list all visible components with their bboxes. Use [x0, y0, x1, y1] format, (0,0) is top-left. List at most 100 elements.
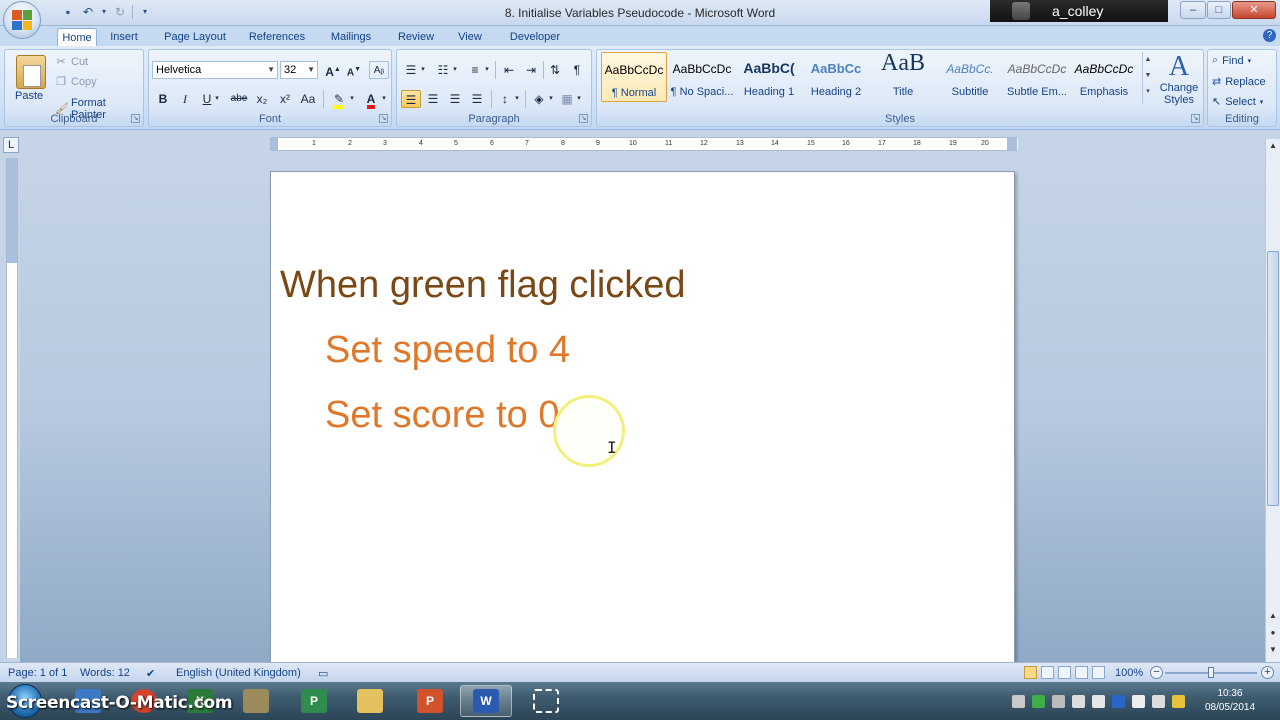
office-button[interactable] [3, 1, 41, 39]
doc-line[interactable]: Set speed to 4 [325, 329, 570, 372]
decrease-indent-button[interactable]: ⇤ [499, 61, 519, 79]
zoom-out-icon[interactable]: − [1150, 666, 1163, 679]
tray-app-icon[interactable] [1032, 695, 1045, 708]
customize-qat-icon[interactable]: ▾ [137, 4, 153, 20]
style-normal[interactable]: AaBbCcDc ¶ Normal [601, 52, 667, 102]
tab-page-layout[interactable]: Page Layout [158, 28, 232, 46]
shading-dropdown-icon[interactable]: ▾ [547, 90, 555, 108]
taskbar-word[interactable]: W [460, 685, 512, 717]
restore-button[interactable]: □ [1207, 1, 1231, 19]
style-subtle-emphasis[interactable]: AaBbCcDc Subtle Em... [1004, 52, 1070, 102]
zoom-in-icon[interactable]: + [1261, 666, 1274, 679]
line-spacing-button[interactable]: ↕ [495, 90, 515, 108]
scroll-down-icon[interactable]: ▼ [1143, 68, 1153, 84]
print-layout-view-icon[interactable] [1024, 666, 1037, 679]
scrollbar-thumb[interactable] [1267, 251, 1279, 506]
vertical-scrollbar[interactable]: ▲ ▲ ● ▼ [1265, 139, 1280, 663]
tab-view[interactable]: View [452, 28, 488, 46]
doc-line[interactable]: Set score to 0 [325, 394, 559, 437]
subscript-button[interactable]: x₂ [252, 90, 272, 108]
line-spacing-dropdown-icon[interactable]: ▾ [513, 90, 521, 108]
vertical-ruler[interactable] [6, 158, 18, 658]
highlight-dropdown-icon[interactable]: ▾ [347, 90, 357, 108]
styles-gallery-scroll[interactable]: ▲ ▼ ▾ [1142, 52, 1153, 104]
undo-dropdown-icon[interactable]: ▾ [100, 4, 108, 20]
word-count[interactable]: Words: 12 [80, 667, 130, 679]
taskbar-app-7[interactable]: P [404, 685, 456, 717]
tray-app-icon[interactable] [1132, 695, 1145, 708]
superscript-button[interactable]: x² [275, 90, 295, 108]
style-heading-2[interactable]: AaBbCc Heading 2 [803, 52, 869, 102]
close-button[interactable]: ✕ [1232, 1, 1276, 19]
clear-formatting-button[interactable]: Aᵦ [369, 61, 389, 79]
proofing-icon[interactable]: ✔ [146, 667, 155, 680]
minimize-button[interactable]: – [1180, 1, 1206, 19]
multilevel-list-button[interactable]: ≡ [465, 61, 485, 79]
change-case-button[interactable]: Aa [298, 90, 318, 108]
style-heading-1[interactable]: AaBbC( Heading 1 [736, 52, 802, 102]
language[interactable]: English (United Kingdom) [176, 667, 301, 679]
printer-icon[interactable] [1012, 695, 1025, 708]
select-button[interactable]: ↖ Select ▾ [1212, 95, 1263, 109]
tab-home[interactable]: Home [57, 28, 97, 46]
grow-font-button[interactable]: A▲ [323, 61, 343, 79]
bold-button[interactable]: B [153, 90, 173, 108]
replace-button[interactable]: ⇄ Replace [1212, 75, 1266, 89]
document-area[interactable]: When green flag clicked Set speed to 4 S… [20, 157, 1265, 662]
browse-object-icon[interactable]: ● [1266, 626, 1280, 640]
prev-page-icon[interactable]: ▲ [1266, 609, 1280, 623]
redo-icon[interactable]: ↻ [112, 4, 128, 20]
font-color-button[interactable]: A [361, 90, 381, 109]
copy-button[interactable]: ❐ Copy [55, 76, 97, 88]
scroll-up-icon[interactable]: ▲ [1266, 139, 1280, 153]
numbering-button[interactable]: ☷ [433, 61, 453, 79]
shrink-font-button[interactable]: A▼ [344, 61, 364, 79]
zoom-slider-thumb[interactable] [1208, 667, 1214, 678]
cut-button[interactable]: ✂ Cut [55, 56, 88, 68]
style-no-spacing[interactable]: AaBbCcDc ¶ No Spaci... [669, 52, 735, 102]
find-button[interactable]: ⌕ Find ▾ [1212, 54, 1251, 67]
tab-mailings[interactable]: Mailings [324, 28, 378, 46]
full-screen-view-icon[interactable] [1041, 666, 1054, 679]
tray-app-icon[interactable] [1052, 695, 1065, 708]
sort-button[interactable]: ⇅ [545, 61, 565, 79]
zoom-level[interactable]: 100% [1115, 667, 1143, 679]
document-page[interactable]: When green flag clicked Set speed to 4 S… [270, 171, 1015, 662]
borders-button[interactable]: ▦ [557, 90, 577, 108]
style-title[interactable]: AaB Title [870, 50, 936, 102]
style-emphasis[interactable]: AaBbCcDc Emphasis [1071, 52, 1137, 102]
font-name-combo[interactable]: Helvetica ▼ [152, 61, 278, 79]
numbering-dropdown-icon[interactable]: ▾ [451, 61, 459, 79]
macro-icon[interactable]: ▭ [318, 667, 328, 680]
tray-app-icon[interactable] [1172, 695, 1185, 708]
web-layout-view-icon[interactable] [1058, 666, 1071, 679]
increase-indent-button[interactable]: ⇥ [521, 61, 541, 79]
page-count[interactable]: Page: 1 of 1 [8, 667, 67, 679]
multilevel-dropdown-icon[interactable]: ▾ [483, 61, 491, 79]
style-subtitle[interactable]: AaBbCc. Subtitle [937, 52, 1003, 102]
tray-app-icon[interactable] [1072, 695, 1085, 708]
paste-button[interactable]: Paste [15, 90, 43, 102]
network-icon[interactable] [1092, 695, 1105, 708]
tab-references[interactable]: References [244, 28, 310, 46]
tab-review[interactable]: Review [392, 28, 440, 46]
align-right-button[interactable]: ☰ [445, 90, 465, 108]
taskbar-app-5[interactable]: P [288, 685, 340, 717]
underline-dropdown-icon[interactable]: ▾ [212, 90, 222, 108]
volume-icon[interactable] [1152, 695, 1165, 708]
tab-stop-selector[interactable]: L [3, 137, 19, 153]
tab-developer[interactable]: Developer [502, 28, 568, 46]
align-left-button[interactable]: ☰ [401, 90, 421, 108]
tab-insert[interactable]: Insert [104, 28, 144, 46]
styles-launcher-icon[interactable]: ↘ [1191, 114, 1200, 123]
outline-view-icon[interactable] [1075, 666, 1088, 679]
taskbar-app-6[interactable] [344, 685, 396, 717]
bluetooth-icon[interactable] [1112, 695, 1125, 708]
italic-button[interactable]: I [175, 90, 195, 108]
gallery-more-icon[interactable]: ▾ [1143, 84, 1153, 100]
font-size-combo[interactable]: 32 ▼ [280, 61, 318, 79]
horizontal-ruler[interactable]: 1 2 3 4 5 6 7 8 9 10 11 12 13 14 15 16 1… [270, 137, 1018, 151]
show-hide-button[interactable]: ¶ [567, 61, 587, 79]
clipboard-launcher-icon[interactable]: ↘ [131, 114, 140, 123]
paste-icon[interactable] [16, 55, 46, 89]
